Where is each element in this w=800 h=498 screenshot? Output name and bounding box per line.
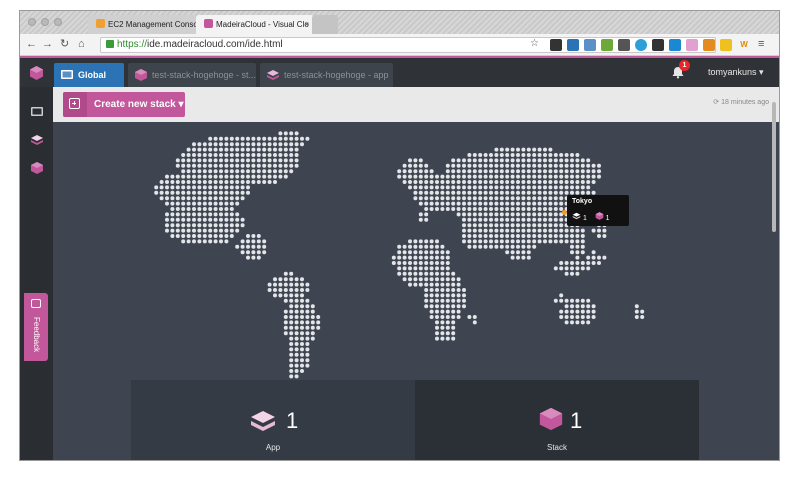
app-icon <box>251 411 275 431</box>
updated-text: 18 minutes ago <box>721 99 769 106</box>
forward-icon[interactable]: → <box>42 37 53 51</box>
browser-window: EC2 Management Console MadeiraCloud - Vi… <box>19 10 780 461</box>
browser-tab-ec2[interactable]: EC2 Management Console <box>88 15 200 34</box>
extension-icon[interactable] <box>703 39 715 51</box>
lock-icon <box>106 40 114 48</box>
browser-toolbar: ← → ↻ ⌂ https://ide.madeiracloud.com/ide… <box>20 34 779 56</box>
extension-icon[interactable] <box>584 39 596 51</box>
app-icon <box>572 212 581 220</box>
back-icon[interactable]: ← <box>26 37 37 51</box>
browser-tab-title: MadeiraCloud - Visual Clo <box>216 20 309 29</box>
menu-icon[interactable]: ≡ <box>758 37 764 51</box>
reload-icon[interactable]: ↻ <box>60 37 69 51</box>
global-icon[interactable] <box>30 106 44 118</box>
screenshot-frame: EC2 Management Console MadeiraCloud - Vi… <box>0 0 800 498</box>
tab-app[interactable]: test-stack-hogehoge - app <box>260 63 393 87</box>
scrollbar-thumb[interactable] <box>772 102 776 232</box>
browser-tab-madeira[interactable]: MadeiraCloud - Visual Clo × <box>196 15 314 34</box>
tab-label: Global <box>78 70 107 80</box>
stack-count: 1 <box>570 408 583 433</box>
extension-icon[interactable] <box>720 39 732 51</box>
app-icon <box>267 70 279 80</box>
region-counts: 1 1 <box>572 212 610 222</box>
username: tomyankuns <box>708 67 757 77</box>
left-rail: Feedback <box>20 87 53 460</box>
chevron-down-icon: ▾ <box>759 67 764 77</box>
tab-stack[interactable]: test-stack-hogehoge - st... <box>128 63 256 87</box>
stats-panel: 1 App 1 Stack <box>131 380 699 460</box>
global-icon <box>61 70 73 79</box>
url-path: ide.madeiracloud.com/ide.html <box>147 39 283 50</box>
browser-tab-strip: EC2 Management Console MadeiraCloud - Vi… <box>20 11 779 34</box>
region-popup: Tokyo 1 1 <box>567 195 629 226</box>
tab-label: test-stack-hogehoge - st... <box>152 70 256 80</box>
evernote-extension-icon[interactable] <box>601 39 613 51</box>
app-icon[interactable] <box>30 134 44 146</box>
feedback-button[interactable]: Feedback <box>24 293 48 361</box>
create-button-label: Create new stack <box>94 99 176 110</box>
stack-label: Stack <box>546 443 567 452</box>
feedback-icon <box>31 299 41 308</box>
world-map <box>154 131 645 379</box>
madeira-icon <box>204 19 213 28</box>
window-close-icon[interactable] <box>28 18 36 26</box>
star-icon[interactable]: ☆ <box>530 37 539 51</box>
app-count: 1 <box>286 408 299 433</box>
user-menu[interactable]: tomyankuns ▾ <box>708 67 764 78</box>
caret-down-icon: ▾ <box>178 99 184 110</box>
plus-icon <box>63 92 87 117</box>
region-name: Tokyo <box>572 198 593 205</box>
window-minimize-icon[interactable] <box>41 18 49 26</box>
last-updated[interactable]: ⟳ 18 minutes ago <box>713 98 769 106</box>
tab-global[interactable]: Global <box>54 63 124 87</box>
extension-icon[interactable] <box>635 39 647 51</box>
region-app-count: 1 <box>582 215 587 222</box>
app-stat[interactable]: 1 App <box>131 380 415 460</box>
tab-label: test-stack-hogehoge - app <box>284 70 389 80</box>
extension-icon[interactable] <box>567 39 579 51</box>
window-zoom-icon[interactable] <box>54 18 62 26</box>
stack-icon[interactable] <box>30 162 44 174</box>
browser-tab-title: EC2 Management Console <box>108 20 200 29</box>
feedback-label: Feedback <box>32 317 41 353</box>
browser-new-tab[interactable] <box>312 15 338 34</box>
dashboard-toolbar: Create new stack ▾ ⟳ 18 minutes ago <box>53 87 779 122</box>
extension-icon[interactable] <box>618 39 630 51</box>
create-new-stack-button[interactable]: Create new stack ▾ <box>63 92 185 117</box>
region-stack-count: 1 <box>605 215 610 222</box>
stack-stat[interactable]: 1 Stack <box>415 380 699 460</box>
extension-icon[interactable]: W <box>738 39 750 51</box>
madeira-logo-icon[interactable] <box>20 58 53 87</box>
extension-icon[interactable] <box>652 39 664 51</box>
notification-badge: 1 <box>679 60 690 71</box>
extension-icon[interactable] <box>686 39 698 51</box>
app-label: App <box>265 443 281 452</box>
aws-icon <box>96 19 105 28</box>
app-header: Global test-stack-hogehoge - st... test-… <box>20 58 779 87</box>
stack-icon <box>135 69 147 81</box>
refresh-icon: ⟳ <box>713 99 720 106</box>
stack-icon <box>595 212 603 220</box>
stack-icon <box>539 407 563 431</box>
home-icon[interactable]: ⌂ <box>78 37 85 51</box>
tab-close-icon[interactable]: × <box>304 15 309 34</box>
extension-icon[interactable] <box>669 39 681 51</box>
url-scheme: https:// <box>117 39 148 50</box>
pocket-extension-icon[interactable] <box>550 39 562 51</box>
